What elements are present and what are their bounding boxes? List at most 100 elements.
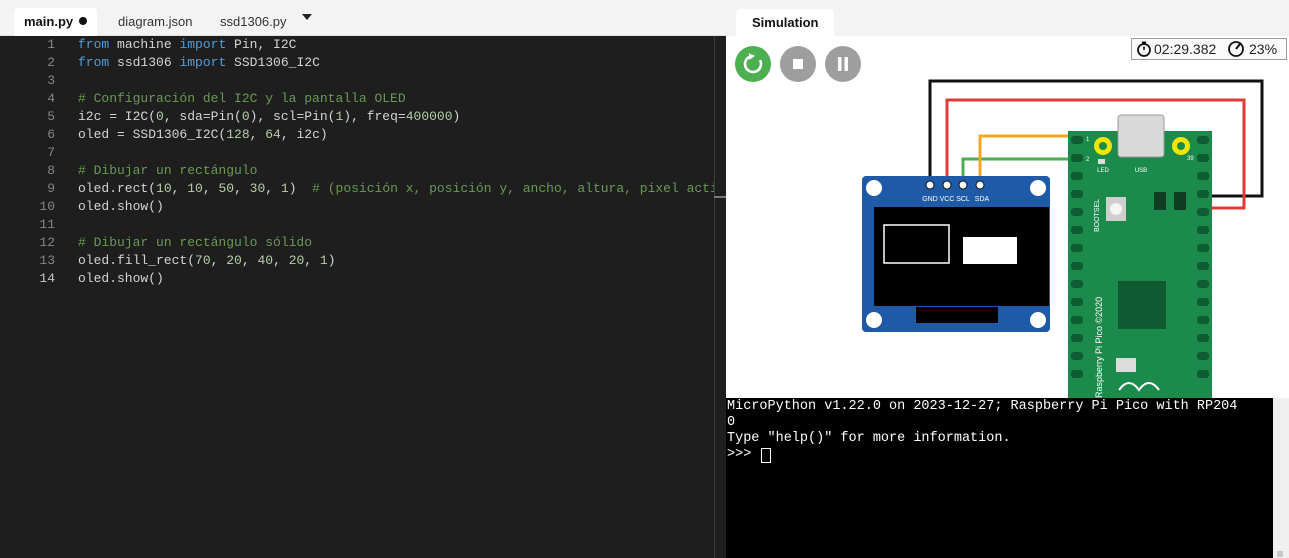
code-token: ) bbox=[327, 253, 336, 268]
code-token: Pin, I2C bbox=[226, 37, 297, 52]
code-token: 1 bbox=[280, 181, 289, 196]
code-token: SSD1306_I2C bbox=[226, 55, 320, 70]
code-token: from bbox=[78, 55, 110, 70]
code-token: import bbox=[179, 37, 227, 52]
code-token: 0 bbox=[156, 109, 164, 124]
code-token: oled.show() bbox=[78, 271, 164, 286]
tab-label: ssd1306.py bbox=[220, 14, 287, 29]
line-number: 7 bbox=[47, 145, 55, 160]
code-token: 40 bbox=[257, 253, 274, 268]
line-number: 11 bbox=[39, 217, 55, 232]
code-line[interactable]: 13 oled.fill_rect(70, 20, 40, 20, 1) bbox=[0, 252, 714, 270]
code-token: ssd1306 bbox=[109, 55, 180, 70]
code-text: i2c = I2C(0, sda=Pin(0), scl=Pin(1), fre… bbox=[78, 108, 460, 126]
code-text: # Dibujar un rectángulo sólido bbox=[78, 234, 312, 252]
code-token: , bbox=[249, 127, 266, 142]
simulation-pane: Simulation 02:29.382 23% GND VCC SCL SDA… bbox=[726, 0, 1289, 558]
code-token: 0 bbox=[241, 109, 250, 124]
terminal-cursor bbox=[761, 448, 771, 463]
editor-tab-bar: main.py diagram.json ssd1306.py bbox=[0, 0, 726, 36]
oled-pin-vcc: VCC bbox=[940, 196, 955, 203]
code-token: ), scl=Pin( bbox=[249, 109, 336, 124]
code-token: 20 bbox=[226, 253, 242, 268]
code-text: oled.fill_rect(70, 20, 40, 20, 1) bbox=[78, 252, 336, 270]
tab-diagram-json[interactable]: diagram.json bbox=[108, 8, 202, 36]
tab-label: diagram.json bbox=[118, 14, 193, 29]
code-token: , bbox=[210, 253, 227, 268]
code-text: oled.show() bbox=[78, 270, 164, 288]
code-line[interactable]: 5 i2c = I2C(0, sda=Pin(0), scl=Pin(1), fr… bbox=[0, 108, 714, 126]
code-token: # Dibujar un rectángulo sólido bbox=[78, 235, 313, 250]
code-line[interactable]: 2 from ssd1306 import SSD1306_I2C bbox=[0, 54, 714, 72]
pico-pin-39: 39 bbox=[1187, 156, 1194, 162]
oled-pin-scl: SCL bbox=[956, 196, 970, 203]
code-token: , bbox=[241, 253, 258, 268]
unsaved-dot-icon bbox=[79, 17, 88, 25]
code-line[interactable]: 12 # Dibujar un rectángulo sólido bbox=[0, 234, 714, 252]
oled-filled-rectangle bbox=[963, 237, 1017, 264]
pico-silkscreen: Raspberry Pi Pico ©2020 bbox=[1094, 297, 1104, 398]
line-number: 2 bbox=[47, 55, 55, 70]
code-token: 128 bbox=[226, 127, 250, 142]
code-text: oled.show() bbox=[78, 198, 164, 216]
code-line[interactable]: 6 oled = SSD1306_I2C(128, 64, i2c) bbox=[0, 126, 714, 144]
terminal-prompt: >>> bbox=[727, 447, 760, 462]
line-number: 1 bbox=[47, 37, 55, 52]
code-token: # Dibujar un rectángulo bbox=[78, 163, 258, 178]
oled-display-module: GND VCC SCL SDA bbox=[862, 176, 1050, 332]
tab-ssd1306-py[interactable]: ssd1306.py bbox=[210, 8, 297, 36]
code-line[interactable]: 9 oled.rect(10, 10, 50, 30, 1) # (posició… bbox=[0, 180, 757, 198]
code-line[interactable]: 7 bbox=[0, 144, 714, 162]
code-token: 1 bbox=[319, 253, 328, 268]
terminal-scrollbar[interactable] bbox=[1273, 398, 1289, 558]
code-line[interactable]: 8 # Dibujar un rectángulo bbox=[0, 162, 714, 180]
resize-grip-icon[interactable] bbox=[1277, 551, 1283, 557]
line-number: 10 bbox=[39, 199, 55, 214]
line-number: 5 bbox=[47, 109, 55, 124]
code-token: , bbox=[171, 181, 188, 196]
code-line[interactable]: 4 # Configuración del I2C y la pantalla O… bbox=[0, 90, 714, 108]
code-token: oled.fill_rect( bbox=[78, 253, 196, 268]
pico-usb-connector bbox=[1117, 114, 1165, 158]
code-line[interactable]: 11 bbox=[0, 216, 714, 234]
code-text: oled = SSD1306_I2C(128, 64, i2c) bbox=[78, 126, 328, 144]
code-token: # (posición x, posición y, ancho, altura… bbox=[312, 181, 757, 196]
code-token: , bbox=[265, 181, 281, 196]
terminal-line: Type "help()" for more information. bbox=[727, 431, 1011, 446]
oled-ribbon-connector bbox=[916, 307, 998, 323]
serial-terminal[interactable]: MicroPython v1.22.0 on 2023-12-27; Raspb… bbox=[726, 398, 1289, 558]
code-token: , bbox=[202, 181, 219, 196]
line-number: 8 bbox=[47, 163, 55, 178]
line-number: 9 bbox=[47, 181, 55, 196]
code-line[interactable]: 3 bbox=[0, 72, 714, 90]
line-number: 12 bbox=[39, 235, 55, 250]
simulation-canvas[interactable]: 02:29.382 23% GND VCC SCL SDA 1 2 39 LED… bbox=[726, 36, 1289, 398]
code-text: from ssd1306 import SSD1306_I2C bbox=[78, 54, 320, 72]
line-number: 3 bbox=[47, 73, 55, 88]
line-number: 6 bbox=[47, 127, 55, 142]
editor-scrollbar[interactable] bbox=[714, 36, 726, 558]
tab-main-py[interactable]: main.py bbox=[14, 8, 98, 36]
code-token: , bbox=[234, 181, 250, 196]
oled-pin-sda: SDA bbox=[975, 196, 990, 203]
oled-screen bbox=[874, 207, 1049, 306]
code-area[interactable]: 1 from machine import Pin, I2C 2 from ssd13… bbox=[0, 36, 757, 558]
code-line[interactable]: 10 oled.show() bbox=[0, 198, 714, 216]
code-text: oled.rect(10, 10, 50, 30, 1) # (posición… bbox=[78, 180, 757, 198]
code-token: import bbox=[179, 55, 227, 70]
code-token: ) bbox=[452, 109, 461, 124]
code-token: 30 bbox=[249, 181, 266, 196]
code-token: i2c = I2C( bbox=[78, 109, 157, 124]
tab-simulation[interactable]: Simulation bbox=[736, 9, 835, 36]
code-token: 400000 bbox=[405, 109, 453, 124]
tab-label: main.py bbox=[24, 14, 74, 29]
code-line[interactable]: 1 from machine import Pin, I2C bbox=[0, 36, 714, 54]
code-token: 20 bbox=[288, 253, 305, 268]
code-line[interactable]: 14 oled.show() bbox=[0, 270, 714, 288]
code-token: oled.show() bbox=[78, 199, 164, 214]
rp2040-chip bbox=[1118, 281, 1166, 329]
code-token: 50 bbox=[218, 181, 235, 196]
code-token: 10 bbox=[187, 181, 203, 196]
code-token: oled = SSD1306_I2C( bbox=[78, 127, 227, 142]
tab-menu-caret-icon[interactable] bbox=[302, 14, 312, 20]
